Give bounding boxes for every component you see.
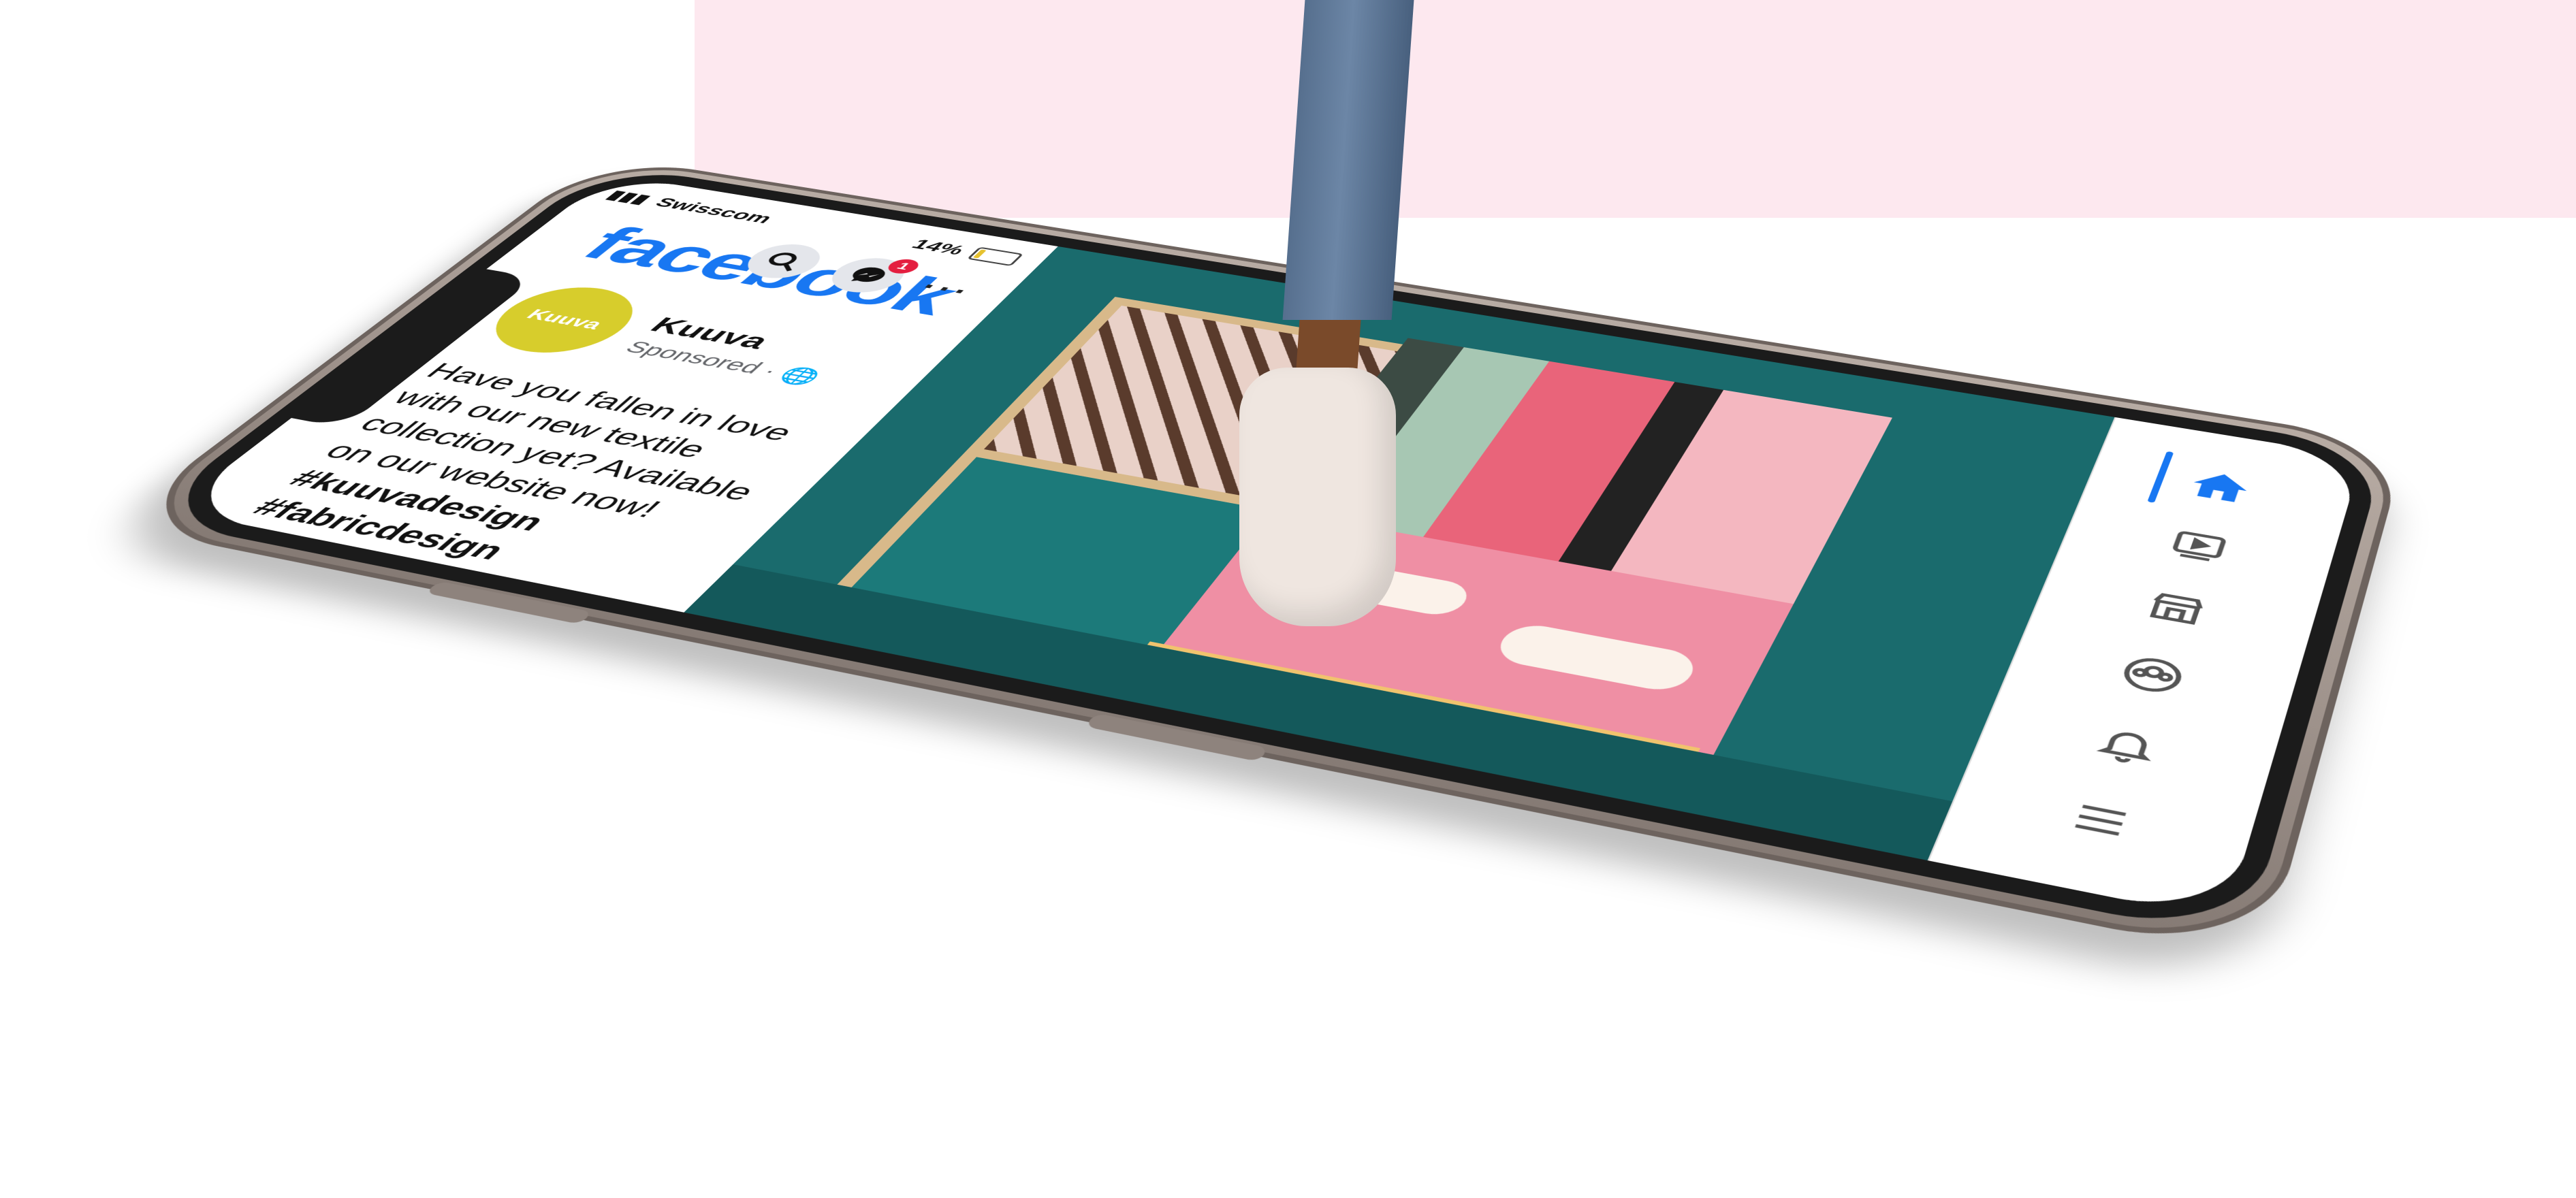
bell-icon[interactable] — [2061, 704, 2193, 789]
menu-icon[interactable] — [2031, 776, 2169, 867]
sneaker — [1239, 368, 1396, 626]
carrier-label: Swisscom — [650, 195, 778, 226]
signal-icon: ▮▮▮ — [602, 187, 656, 206]
more-icon[interactable]: ⋯ — [907, 270, 985, 306]
avatar-label: Kuuva — [522, 306, 608, 332]
groups-icon[interactable] — [2088, 636, 2216, 715]
battery-percent: 14% — [907, 236, 969, 258]
leg — [1283, 0, 1414, 320]
globe-icon: 🌐 — [774, 364, 826, 387]
video-icon[interactable] — [2138, 511, 2259, 582]
battery-icon — [967, 247, 1024, 267]
marketplace-icon[interactable] — [2114, 572, 2238, 647]
home-icon[interactable] — [2161, 453, 2278, 521]
